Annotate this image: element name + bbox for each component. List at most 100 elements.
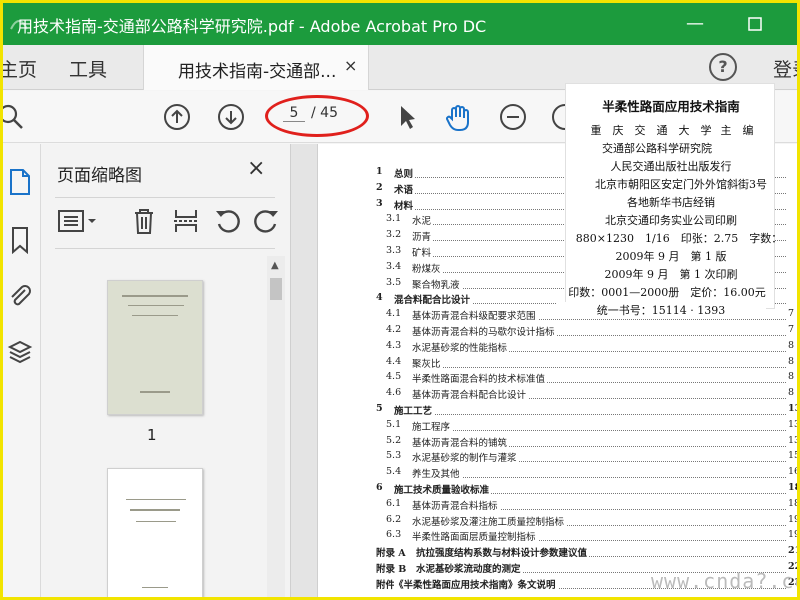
annotation-ellipse <box>265 95 369 137</box>
toc-section-number: 2 <box>376 181 383 193</box>
thumbnail-text-line <box>122 295 188 297</box>
toc-row[interactable]: 5.4 养生及其他 16 <box>376 466 797 482</box>
toc-section-number: 5.3 <box>386 450 402 462</box>
toc-section-number: 3.4 <box>386 260 402 272</box>
toc-section-number: 6 <box>376 482 383 493</box>
toc-section-title: 水泥基砂浆及灌注施工质量控制指标 <box>412 513 567 528</box>
toc-section-number: 6.3 <box>386 529 402 541</box>
insert-icon[interactable] <box>171 206 201 236</box>
toc-row[interactable]: 6.3 半柔性路面面层质量控制指标 19 <box>376 529 797 545</box>
toc-section-number: 附录 B <box>376 564 407 575</box>
search-icon[interactable] <box>3 103 25 131</box>
toc-row[interactable]: 5 施工工艺 13 <box>376 403 800 419</box>
toc-row[interactable]: 附录 A 抗拉强度结构系数与材料设计参数建议值 21 <box>376 545 797 561</box>
toc-row[interactable]: 5.3 水泥基砂浆的制作与灌浆 15 <box>376 450 797 466</box>
document-tab-label: 用技术指南-交通部... <box>178 62 337 82</box>
rotate-ccw-icon[interactable] <box>213 206 243 236</box>
toc-page-number: 19 <box>786 513 800 525</box>
zoom-out-icon[interactable] <box>499 103 527 131</box>
toc-section-number: 5 <box>376 403 383 414</box>
page-thumbnails-icon[interactable] <box>7 168 33 195</box>
book-title: 半柔性路面应用技术指南 <box>602 99 740 114</box>
toc-section-title: 水泥基砂浆的性能指标 <box>412 339 510 354</box>
scroll-up-icon[interactable]: ▲ <box>271 260 279 271</box>
toc-section-number: 附件 <box>376 579 396 591</box>
hand-tool-icon[interactable] <box>443 103 471 131</box>
toc-section-number: 1 <box>376 166 383 177</box>
divider <box>55 197 275 198</box>
toc-section-title: 施工技术质量验收标准 <box>394 482 492 496</box>
signin-button[interactable]: 登录 <box>773 55 797 82</box>
toc-section-number: 5.2 <box>386 434 402 446</box>
toc-section-title: 基体沥青混合料级配要求范围 <box>412 308 538 323</box>
toc-row[interactable]: 4.5 半柔性路面混合料的技术标准值 8 <box>376 371 797 387</box>
toc-section-title: 沥青 <box>412 229 434 244</box>
toc-section-title: 基体沥青混合料的马歇尔设计指标 <box>412 324 557 338</box>
toc-leader-dots <box>412 356 786 368</box>
toc-row[interactable]: 6.2 水泥基砂浆及灌注施工质量控制指标 19 <box>376 513 800 530</box>
help-icon[interactable]: ? <box>709 53 737 81</box>
toc-page-number: 7 <box>786 308 795 320</box>
toc-section-title: 基体沥青混合料指标 <box>412 497 500 512</box>
page-thumbnail-2[interactable] <box>107 468 203 597</box>
scrollbar-thumb[interactable] <box>270 278 282 300</box>
maximize-button[interactable] <box>735 9 775 39</box>
window-title: 用技术指南-交通部公路科学研究院.pdf - Adobe Acrobat Pro… <box>17 17 487 36</box>
left-navigation-rail <box>3 144 41 597</box>
thumbnail-text-line <box>142 587 168 588</box>
minimize-button[interactable]: — <box>675 9 715 39</box>
toc-section-title: 养生及其他 <box>412 466 462 481</box>
toc-section-title: 施工程序 <box>412 418 453 433</box>
document-tab[interactable]: 用技术指南-交通部... × <box>143 45 369 90</box>
toc-row[interactable]: 4.6 基体沥青混合料配合比设计 8 <box>376 387 797 403</box>
toc-leader-dots <box>394 403 786 415</box>
thumbnails-scrollbar[interactable]: ▲ <box>267 256 285 597</box>
close-panel-button[interactable]: × <box>247 156 265 181</box>
address-line: 北京市朝阳区安定门外外馆斜街3号 <box>595 178 767 191</box>
toc-row[interactable]: 6 施工技术质量验收标准 18 <box>376 482 797 498</box>
delete-icon[interactable] <box>129 206 159 236</box>
toc-row[interactable]: 5.1 施工程序 13 <box>376 418 797 435</box>
toc-section-title: 矿料 <box>412 245 434 259</box>
toc-section-title: 水泥基砂浆的制作与灌浆 <box>412 450 519 465</box>
attachment-icon[interactable] <box>7 282 33 308</box>
thumbnail-text-line <box>128 305 184 306</box>
next-page-icon[interactable] <box>217 103 245 131</box>
edition-line: 2009年 9 月 第 1 版 <box>615 250 727 263</box>
toc-leader-dots <box>412 419 786 431</box>
toc-page-number: 8 <box>786 387 795 399</box>
page-thumbnail-1[interactable] <box>107 280 203 415</box>
toc-row[interactable]: 4.4 聚灰比 8 <box>376 355 797 372</box>
toc-row[interactable]: 5.2 基体沥青混合料的铺筑 13 <box>376 434 800 451</box>
toc-section-number: 4.2 <box>386 324 402 335</box>
toc-section-number: 3.1 <box>386 213 402 225</box>
co-editor-line: 交通部公路科学研究院 <box>602 142 712 155</box>
toc-section-title: 抗拉强度结构系数与材料设计参数建议值 <box>416 545 590 560</box>
editor-role: 主 编 <box>720 124 754 137</box>
home-tab[interactable]: 主页 <box>3 55 37 82</box>
thumbnails-title: 页面缩略图 <box>57 166 142 186</box>
toc-section-number: 3.2 <box>386 229 402 241</box>
toc-section-title: 半柔性路面面层质量控制指标 <box>412 529 538 544</box>
toc-row[interactable]: 4.3 水泥基砂浆的性能指标 8 <box>376 339 797 356</box>
thumbnail-text-line <box>126 499 186 500</box>
toc-section-number: 附录 A <box>376 548 406 560</box>
toc-section-number: 3.3 <box>386 245 402 256</box>
prev-page-icon[interactable] <box>163 103 191 131</box>
toc-page-number: 13 <box>786 434 800 446</box>
bookmark-icon[interactable] <box>7 226 33 255</box>
toc-row[interactable]: 4.2 基体沥青混合料的马歇尔设计指标 7 <box>376 324 797 340</box>
options-menu-icon[interactable] <box>57 206 96 236</box>
select-cursor-icon[interactable] <box>393 103 421 131</box>
divider <box>55 248 275 249</box>
layers-icon[interactable] <box>7 338 33 364</box>
tools-tab[interactable]: 工具 <box>69 55 107 82</box>
toc-page-number: 8 <box>786 371 795 383</box>
close-tab-button[interactable]: × <box>344 56 357 75</box>
rotate-cw-icon[interactable] <box>251 206 281 236</box>
toc-page-number: 13 <box>786 403 800 414</box>
toc-section-title: 粉煤灰 <box>412 260 443 275</box>
toc-row[interactable]: 6.1 基体沥青混合料指标 18 <box>376 497 797 514</box>
toc-section-title: 《半柔性路面应用技术指南》条文说明 <box>394 576 558 591</box>
toc-section-title: 施工工艺 <box>394 403 435 417</box>
